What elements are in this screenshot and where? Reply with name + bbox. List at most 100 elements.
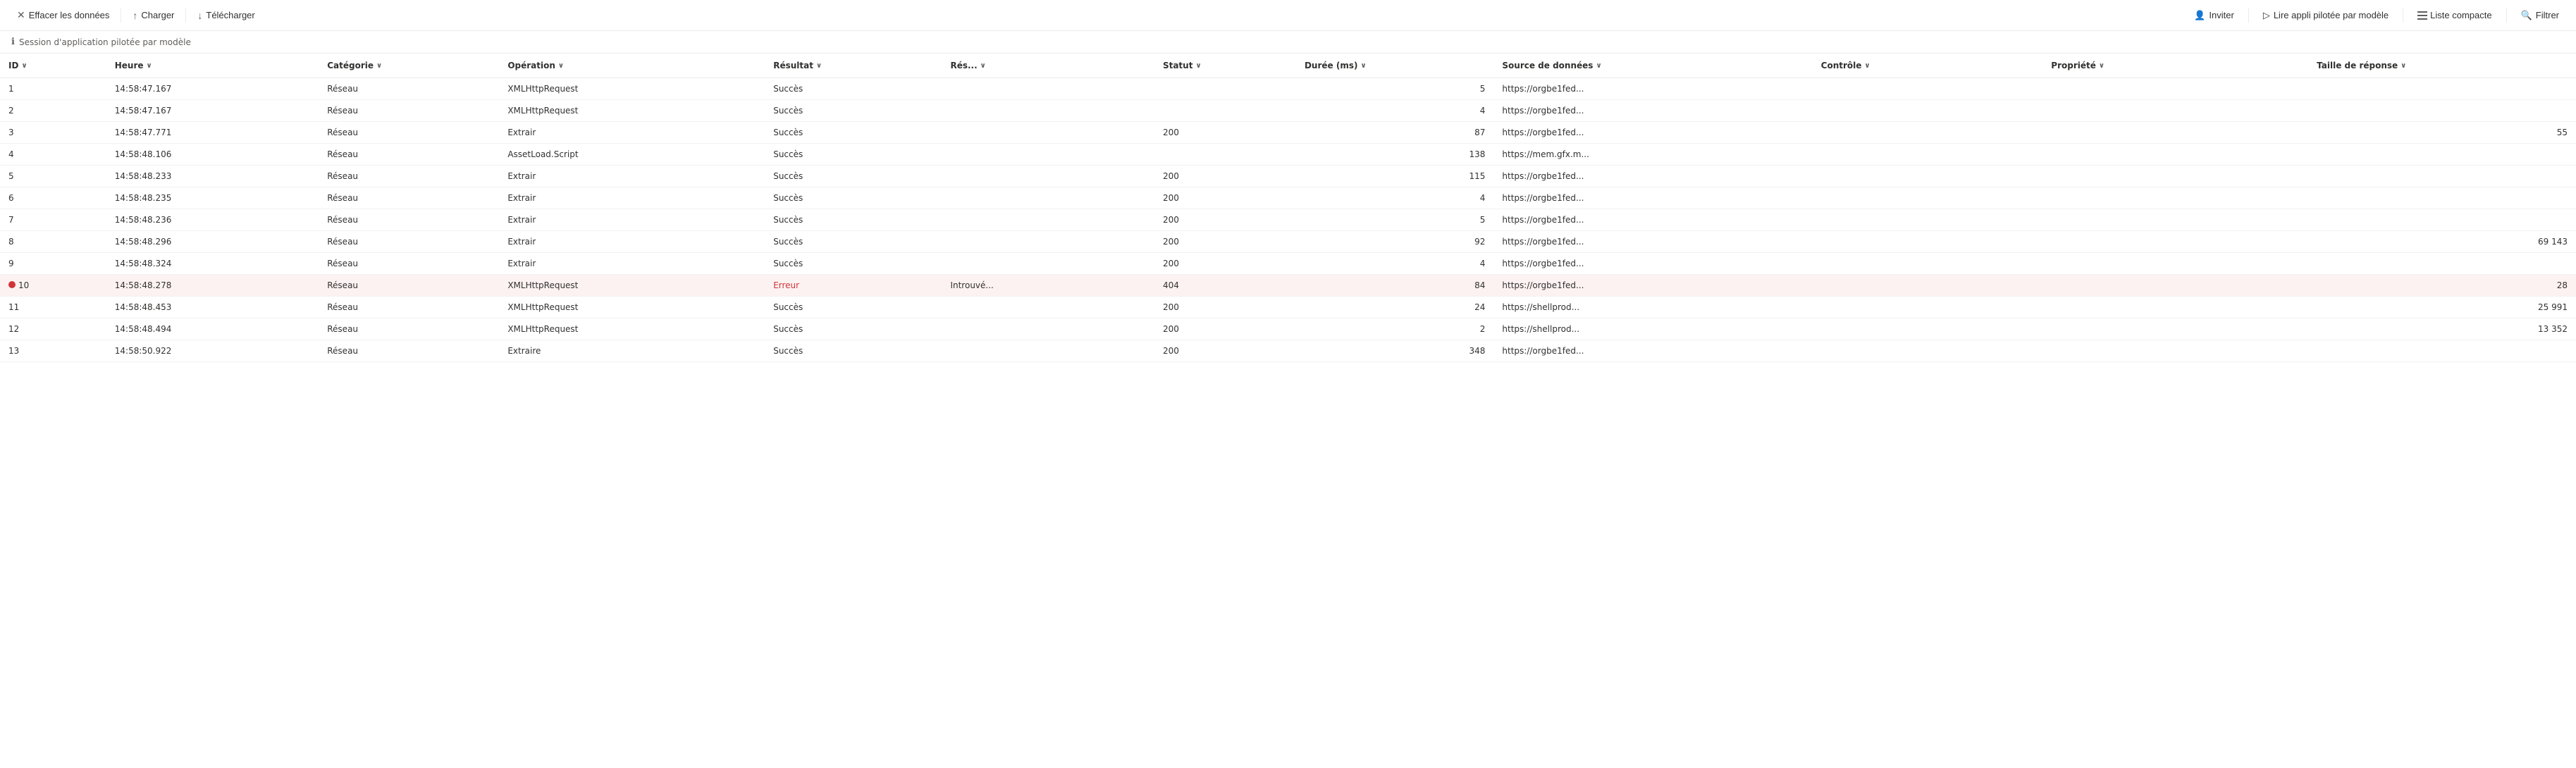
sort-icon-statut: ∨: [1195, 62, 1201, 70]
cell-propriete: [2042, 144, 2308, 166]
table-row[interactable]: 1114:58:48.453RéseauXMLHttpRequestSuccès…: [0, 297, 2576, 318]
cell-source: https://orgbe1fed...: [1493, 78, 1812, 100]
cell-heure: 14:58:48.453: [106, 297, 319, 318]
cell-controle: [1813, 122, 2043, 144]
data-table: ID ∨ Heure ∨ Catégorie ∨: [0, 54, 2576, 362]
session-bar: ℹ Session d'application pilotée par modè…: [0, 31, 2576, 54]
read-app-label: Lire appli pilotée par modèle: [2274, 10, 2389, 20]
col-header-statut[interactable]: Statut ∨: [1154, 54, 1296, 78]
sort-icon-propriete: ∨: [2099, 62, 2104, 70]
cell-duree: 5: [1296, 78, 1493, 100]
cell-categorie: Réseau: [319, 78, 499, 100]
cell-statut: 200: [1154, 187, 1296, 209]
cell-taille: 25 991: [2308, 297, 2576, 318]
filter-button[interactable]: 🔍 Filtrer: [2515, 6, 2565, 25]
col-header-id[interactable]: ID ∨: [0, 54, 106, 78]
cell-duree: 4: [1296, 187, 1493, 209]
cell-categorie: Réseau: [319, 275, 499, 297]
clear-data-button[interactable]: ✕ Effacer les données: [11, 6, 115, 25]
invite-label: Inviter: [2209, 10, 2233, 20]
cell-res: [942, 297, 1154, 318]
cell-operation: Extrair: [499, 122, 765, 144]
table-row[interactable]: 114:58:47.167RéseauXMLHttpRequestSuccès5…: [0, 78, 2576, 100]
cell-res: [942, 209, 1154, 231]
col-operation-label: Opération: [507, 61, 555, 70]
cell-heure: 14:58:47.771: [106, 122, 319, 144]
col-statut-label: Statut: [1163, 61, 1193, 70]
table-row[interactable]: 214:58:47.167RéseauXMLHttpRequestSuccès4…: [0, 100, 2576, 122]
table-row[interactable]: 314:58:47.771RéseauExtrairSuccès20087htt…: [0, 122, 2576, 144]
table-row[interactable]: 914:58:48.324RéseauExtrairSuccès2004http…: [0, 253, 2576, 275]
cell-propriete: [2042, 78, 2308, 100]
invite-button[interactable]: 👤 Inviter: [2188, 6, 2240, 25]
read-app-button[interactable]: ▷ Lire appli pilotée par modèle: [2257, 6, 2394, 25]
col-header-taille[interactable]: Taille de réponse ∨: [2308, 54, 2576, 78]
col-header-propriete[interactable]: Propriété ∨: [2042, 54, 2308, 78]
liste-compacte-button[interactable]: Liste compacte: [2412, 6, 2497, 24]
col-header-operation[interactable]: Opération ∨: [499, 54, 765, 78]
cell-statut: 200: [1154, 318, 1296, 340]
col-header-resultat[interactable]: Résultat ∨: [765, 54, 942, 78]
cell-res: [942, 166, 1154, 187]
cell-id: 6: [0, 187, 106, 209]
col-header-heure[interactable]: Heure ∨: [106, 54, 319, 78]
info-icon: ℹ: [11, 37, 15, 47]
cell-id: 8: [0, 231, 106, 253]
col-source-label: Source de données: [1502, 61, 1593, 70]
table-row[interactable]: 714:58:48.236RéseauExtrairSuccès2005http…: [0, 209, 2576, 231]
cell-controle: [1813, 187, 2043, 209]
cell-resultat: Succès: [765, 297, 942, 318]
cell-operation: XMLHttpRequest: [499, 275, 765, 297]
cell-controle: [1813, 297, 2043, 318]
cell-duree: 2: [1296, 318, 1493, 340]
col-categorie-label: Catégorie: [327, 61, 374, 70]
col-header-controle[interactable]: Contrôle ∨: [1813, 54, 2043, 78]
cell-id: 3: [0, 122, 106, 144]
cell-source: https://mem.gfx.m...: [1493, 144, 1812, 166]
sort-icon-operation: ∨: [558, 62, 564, 70]
cell-heure: 14:58:48.235: [106, 187, 319, 209]
cell-heure: 14:58:50.922: [106, 340, 319, 362]
table-row[interactable]: 1214:58:48.494RéseauXMLHttpRequestSuccès…: [0, 318, 2576, 340]
cell-taille: [2308, 78, 2576, 100]
liste-compacte-label: Liste compacte: [2430, 10, 2491, 20]
toolbar-left: ✕ Effacer les données ↑ Charger ↓ Téléch…: [11, 6, 261, 25]
toolbar-divider-2: [185, 8, 186, 23]
table-row[interactable]: 414:58:48.106RéseauAssetLoad.ScriptSuccè…: [0, 144, 2576, 166]
col-header-res[interactable]: Rés... ∨: [942, 54, 1154, 78]
person-icon: 👤: [2194, 10, 2205, 21]
table-row[interactable]: 514:58:48.233RéseauExtrairSuccès200115ht…: [0, 166, 2576, 187]
cell-controle: [1813, 144, 2043, 166]
filter-icon: 🔍: [2521, 10, 2532, 21]
download-button[interactable]: ↓ Télécharger: [192, 6, 260, 25]
table-row[interactable]: 814:58:48.296RéseauExtrairSuccès20092htt…: [0, 231, 2576, 253]
cell-id: 1: [0, 78, 106, 100]
cell-taille: [2308, 187, 2576, 209]
cell-res: [942, 100, 1154, 122]
session-text: Session d'application pilotée par modèle: [19, 37, 191, 47]
cell-controle: [1813, 275, 2043, 297]
cell-statut: 200: [1154, 231, 1296, 253]
sort-icon-duree: ∨: [1360, 62, 1366, 70]
table-row[interactable]: 1014:58:48.278RéseauXMLHttpRequestErreur…: [0, 275, 2576, 297]
load-button[interactable]: ↑ Charger: [127, 6, 180, 25]
col-header-categorie[interactable]: Catégorie ∨: [319, 54, 499, 78]
cell-operation: Extrair: [499, 253, 765, 275]
cell-statut: 200: [1154, 340, 1296, 362]
error-dot: [8, 281, 16, 288]
col-header-duree[interactable]: Durée (ms) ∨: [1296, 54, 1493, 78]
filter-label: Filtrer: [2536, 10, 2559, 20]
col-header-source[interactable]: Source de données ∨: [1493, 54, 1812, 78]
table-row[interactable]: 1314:58:50.922RéseauExtraireSuccès200348…: [0, 340, 2576, 362]
cell-heure: 14:58:48.494: [106, 318, 319, 340]
cell-categorie: Réseau: [319, 340, 499, 362]
sort-icon-categorie: ∨: [376, 62, 382, 70]
cell-statut: 200: [1154, 253, 1296, 275]
cell-resultat: Succès: [765, 166, 942, 187]
cell-propriete: [2042, 340, 2308, 362]
cell-controle: [1813, 231, 2043, 253]
cell-resultat: Succès: [765, 340, 942, 362]
sort-icon-id: ∨: [21, 62, 27, 70]
cell-id: 11: [0, 297, 106, 318]
table-row[interactable]: 614:58:48.235RéseauExtrairSuccès2004http…: [0, 187, 2576, 209]
